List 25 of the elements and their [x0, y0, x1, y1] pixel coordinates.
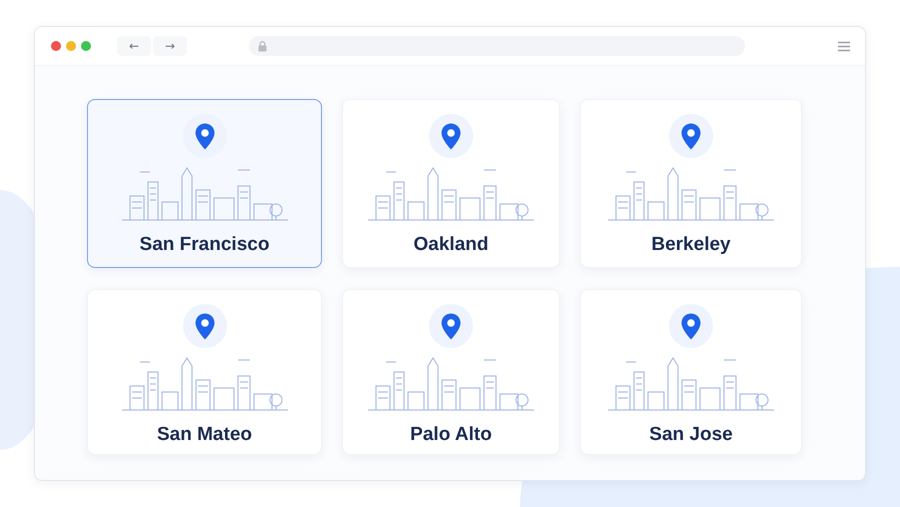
city-card[interactable]: Palo Alto [342, 289, 560, 455]
city-card[interactable]: Oakland [342, 99, 560, 268]
nav-button[interactable]: → [153, 36, 187, 56]
location-pin-icon [681, 122, 701, 150]
minimize-dot[interactable] [66, 41, 76, 51]
location-pin-icon [681, 312, 701, 340]
location-pin-icon [441, 312, 461, 340]
city-name: Oakland [414, 234, 488, 256]
city-name: Palo Alto [410, 424, 492, 446]
city-name: San Francisco [140, 234, 270, 256]
close-dot[interactable] [51, 41, 61, 51]
nav-button[interactable]: ← [117, 36, 151, 56]
location-pin-icon [194, 122, 214, 150]
city-card[interactable]: San Mateo [87, 289, 322, 455]
city-card[interactable]: San Francisco [87, 99, 322, 268]
city-name: Berkeley [651, 234, 731, 256]
maximize-dot[interactable] [81, 41, 91, 51]
lock-icon [258, 40, 267, 52]
city-card[interactable]: San Jose [580, 289, 802, 455]
city-name: San Mateo [156, 424, 252, 446]
city-card[interactable]: Berkeley [580, 99, 802, 268]
menu-icon[interactable] [837, 40, 851, 52]
city-name: San Jose [649, 424, 733, 446]
location-pin-icon [441, 122, 461, 150]
location-pin-icon [194, 312, 214, 340]
